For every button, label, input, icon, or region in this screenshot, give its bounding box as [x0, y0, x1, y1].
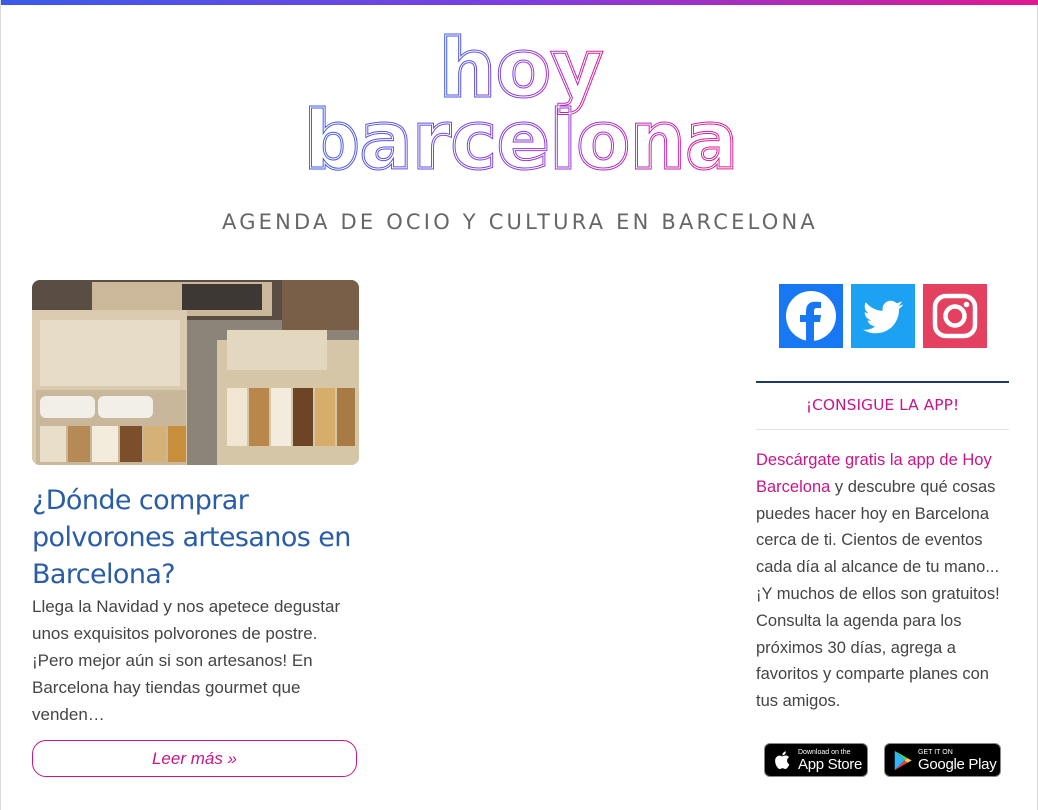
app-store-small-text: Download on the — [798, 748, 851, 756]
instagram-icon — [932, 293, 978, 339]
read-more-button[interactable]: Leer más » — [32, 740, 357, 777]
app-store-badge[interactable]: Download on the App Store — [764, 743, 868, 777]
widget-top-rule — [756, 381, 1009, 383]
post-title[interactable]: ¿Dónde comprar polvorones artesanos en B… — [32, 482, 362, 593]
google-play-badge[interactable]: GET IT ON Google Play — [884, 743, 1001, 777]
polvorones-photo-icon — [32, 280, 359, 465]
facebook-icon — [786, 291, 836, 341]
twitter-icon — [863, 300, 904, 334]
app-store-label: App Store — [798, 755, 863, 773]
facebook-button[interactable] — [779, 284, 843, 348]
widget-text: Descárgate gratis la app de Hoy Barcelon… — [756, 447, 1014, 715]
google-play-icon — [894, 750, 912, 771]
google-play-small-text: GET IT ON — [918, 748, 953, 756]
top-gradient-bar — [1, 0, 1038, 5]
apple-icon — [775, 751, 790, 769]
google-play-label: Google Play — [918, 755, 997, 773]
site-tagline: AGENDA DE OCIO Y CULTURA EN BARCELONA — [222, 210, 818, 234]
logo-line-2-inner: barcelona — [304, 94, 738, 180]
site-logo[interactable]: hoy barcelona hoy barcelona — [299, 30, 743, 180]
widget-title: ¡CONSIGUE LA APP! — [805, 396, 960, 414]
instagram-button[interactable] — [923, 284, 987, 348]
post-image[interactable] — [32, 280, 359, 465]
widget-divider — [756, 429, 1009, 430]
post-excerpt: Llega la Navidad y nos apetece degustar … — [32, 597, 341, 724]
widget-body-text: y descubre qué cosas puedes hacer hoy en… — [756, 477, 1000, 711]
twitter-button[interactable] — [851, 284, 915, 348]
